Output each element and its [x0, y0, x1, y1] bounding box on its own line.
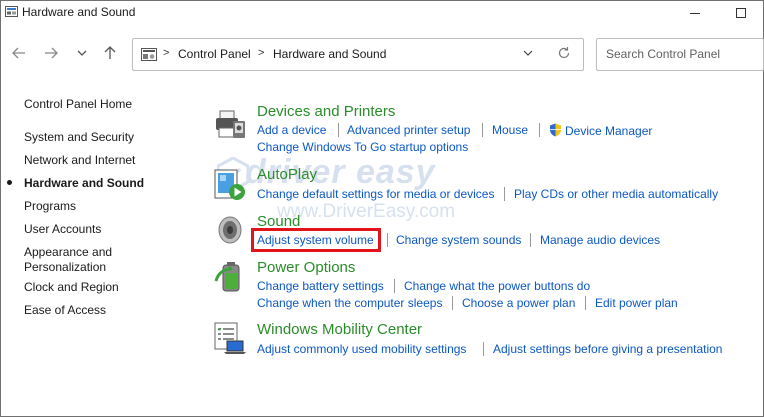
folder-icon: [141, 48, 157, 61]
search-input[interactable]: [606, 47, 756, 61]
link-change-default-settings-for-media[interactable]: Change default settings for media or dev…: [257, 187, 494, 201]
breadcrumb-separator: >: [163, 47, 170, 59]
chevron-down-icon[interactable]: [521, 46, 535, 60]
link-separator: [539, 123, 540, 137]
category-devices-and-printers[interactable]: Devices and Printers: [257, 103, 395, 120]
link-edit-power-plan[interactable]: Edit power plan: [595, 296, 678, 310]
link-change-power-buttons[interactable]: Change what the power buttons do: [404, 279, 590, 293]
link-manage-audio-devices[interactable]: Manage audio devices: [540, 233, 660, 247]
nav-appearance-and-personalization-line2[interactable]: Personalization: [24, 260, 106, 275]
link-add-a-device[interactable]: Add a device: [257, 123, 326, 137]
window-title: Hardware and Sound: [22, 5, 136, 19]
forward-arrow-icon: [45, 47, 58, 59]
nav-network-and-internet[interactable]: Network and Internet: [24, 153, 135, 168]
nav-control-panel-home[interactable]: Control Panel Home: [24, 97, 132, 112]
link-separator: [530, 233, 531, 247]
title-bar: Hardware and Sound: [1, 1, 763, 25]
watermark-url: www.DriverEasy.com: [277, 201, 456, 222]
forward-button[interactable]: [41, 43, 61, 63]
link-advanced-printer-setup[interactable]: Advanced printer setup: [347, 123, 470, 137]
up-arrow-icon: [104, 46, 116, 59]
link-change-system-sounds[interactable]: Change system sounds: [396, 233, 521, 247]
link-mouse[interactable]: Mouse: [492, 123, 528, 137]
minimize-icon: [690, 12, 700, 14]
window: Hardware and Sound > Control Panel > Har…: [0, 0, 764, 417]
link-separator: [387, 233, 388, 247]
link-separator: [504, 187, 505, 201]
category-power-options[interactable]: Power Options: [257, 259, 355, 276]
autoplay-icon: [214, 169, 245, 200]
speaker-icon: [218, 216, 242, 244]
refresh-icon[interactable]: [557, 46, 571, 60]
category-windows-mobility-center[interactable]: Windows Mobility Center: [257, 321, 422, 338]
address-bar[interactable]: > Control Panel > Hardware and Sound: [132, 38, 584, 71]
breadcrumb-control-panel[interactable]: Control Panel: [178, 47, 251, 61]
highlight-box: [251, 228, 381, 252]
printer-icon: [216, 110, 245, 138]
link-device-manager-label: Device Manager: [565, 124, 653, 138]
nav-system-and-security[interactable]: System and Security: [24, 130, 134, 145]
battery-icon: [214, 262, 240, 292]
link-adjust-settings-before-presentation[interactable]: Adjust settings before giving a presenta…: [493, 342, 722, 356]
link-change-battery-settings[interactable]: Change battery settings: [257, 279, 384, 293]
link-choose-a-power-plan[interactable]: Choose a power plan: [462, 296, 575, 310]
nav-hardware-and-sound[interactable]: Hardware and Sound: [24, 176, 144, 191]
up-button[interactable]: [100, 43, 120, 63]
link-separator: [394, 279, 395, 293]
recent-dropdown-icon: [77, 50, 87, 56]
recent-locations-button[interactable]: [72, 43, 92, 63]
link-separator: [338, 123, 339, 137]
category-autoplay[interactable]: AutoPlay: [257, 166, 317, 183]
nav-ease-of-access[interactable]: Ease of Access: [24, 303, 106, 318]
nav-clock-and-region[interactable]: Clock and Region: [24, 280, 119, 295]
link-separator: [483, 342, 484, 356]
active-bullet-icon: [7, 180, 12, 185]
link-separator: [452, 296, 453, 310]
search-box[interactable]: [596, 38, 764, 71]
link-separator: [585, 296, 586, 310]
back-arrow-icon: [12, 47, 25, 59]
nav-programs[interactable]: Programs: [24, 199, 76, 214]
maximize-icon: [736, 8, 746, 18]
breadcrumb-hardware-and-sound[interactable]: Hardware and Sound: [273, 47, 386, 61]
minimize-button[interactable]: [677, 1, 713, 25]
link-play-cds-automatically[interactable]: Play CDs or other media automatically: [514, 187, 718, 201]
breadcrumb-separator: >: [258, 47, 265, 59]
shield-icon: [550, 123, 562, 137]
mobility-icon: [214, 322, 246, 354]
link-change-when-computer-sleeps[interactable]: Change when the computer sleeps: [257, 296, 442, 310]
link-adjust-mobility-settings[interactable]: Adjust commonly used mobility settings: [257, 342, 466, 356]
nav-user-accounts[interactable]: User Accounts: [24, 222, 101, 237]
control-panel-icon: [5, 6, 18, 17]
link-change-windows-to-go-startup-options[interactable]: Change Windows To Go startup options: [257, 140, 468, 154]
maximize-button[interactable]: [723, 1, 759, 25]
nav-appearance-and-personalization[interactable]: Appearance and: [24, 245, 112, 260]
link-separator: [482, 123, 483, 137]
back-button[interactable]: [9, 43, 29, 63]
link-device-manager[interactable]: Device Manager: [549, 123, 652, 138]
